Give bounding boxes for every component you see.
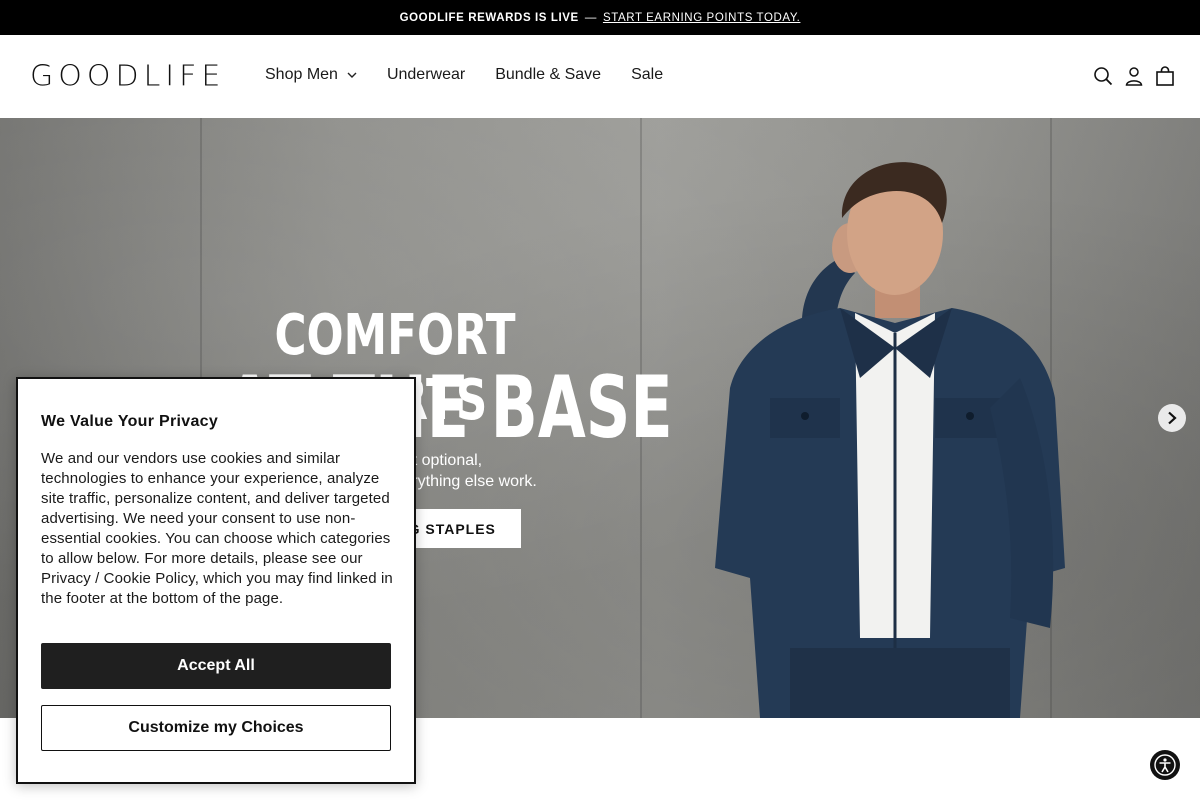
cookie-title: We Value Your Privacy (41, 413, 219, 430)
accessibility-icon (1154, 754, 1176, 776)
accessibility-button[interactable] (1150, 750, 1180, 780)
announcement-link[interactable]: START EARNING POINTS TODAY. (603, 12, 800, 24)
cookie-consent-dialog: We Value Your Privacy We and our vendors… (16, 377, 416, 784)
main-nav: Shop Men Underwear Bundle & Save Sale (265, 66, 663, 84)
cookie-body: We and our vendors use cookies and simil… (41, 450, 393, 607)
nav-item-underwear[interactable]: Underwear (387, 66, 465, 84)
announcement-bar: GOODLIFE REWARDS IS LIVE — START EARNING… (0, 0, 1200, 35)
hero-model-image (715, 162, 1065, 718)
cart-icon[interactable] (1155, 65, 1175, 87)
customize-choices-button[interactable]: Customize my Choices (41, 705, 391, 751)
chevron-right-icon (1168, 411, 1177, 425)
nav-item-label: Bundle & Save (495, 66, 602, 83)
nav-item-label: Shop Men (265, 66, 338, 83)
site-header: GOODLIFE Shop Men Underwear Bundle & Sav… (0, 35, 1200, 118)
account-icon[interactable] (1124, 65, 1144, 87)
nav-item-label: Sale (631, 66, 664, 83)
nav-item-sale[interactable]: Sale (631, 66, 663, 84)
announcement-text: GOODLIFE REWARDS IS LIVE (399, 11, 579, 24)
site-logo[interactable]: GOODLIFE (30, 60, 225, 93)
nav-item-label: Underwear (386, 66, 466, 83)
carousel-next-button[interactable] (1158, 404, 1186, 432)
accept-all-button[interactable]: Accept All (41, 643, 391, 689)
announcement-separator: — (584, 11, 597, 24)
header-actions (1093, 65, 1175, 87)
nav-item-bundle-save[interactable]: Bundle & Save (495, 66, 601, 84)
chevron-down-icon (347, 72, 357, 78)
search-icon[interactable] (1093, 65, 1113, 87)
nav-item-shop-men[interactable]: Shop Men (265, 66, 357, 84)
